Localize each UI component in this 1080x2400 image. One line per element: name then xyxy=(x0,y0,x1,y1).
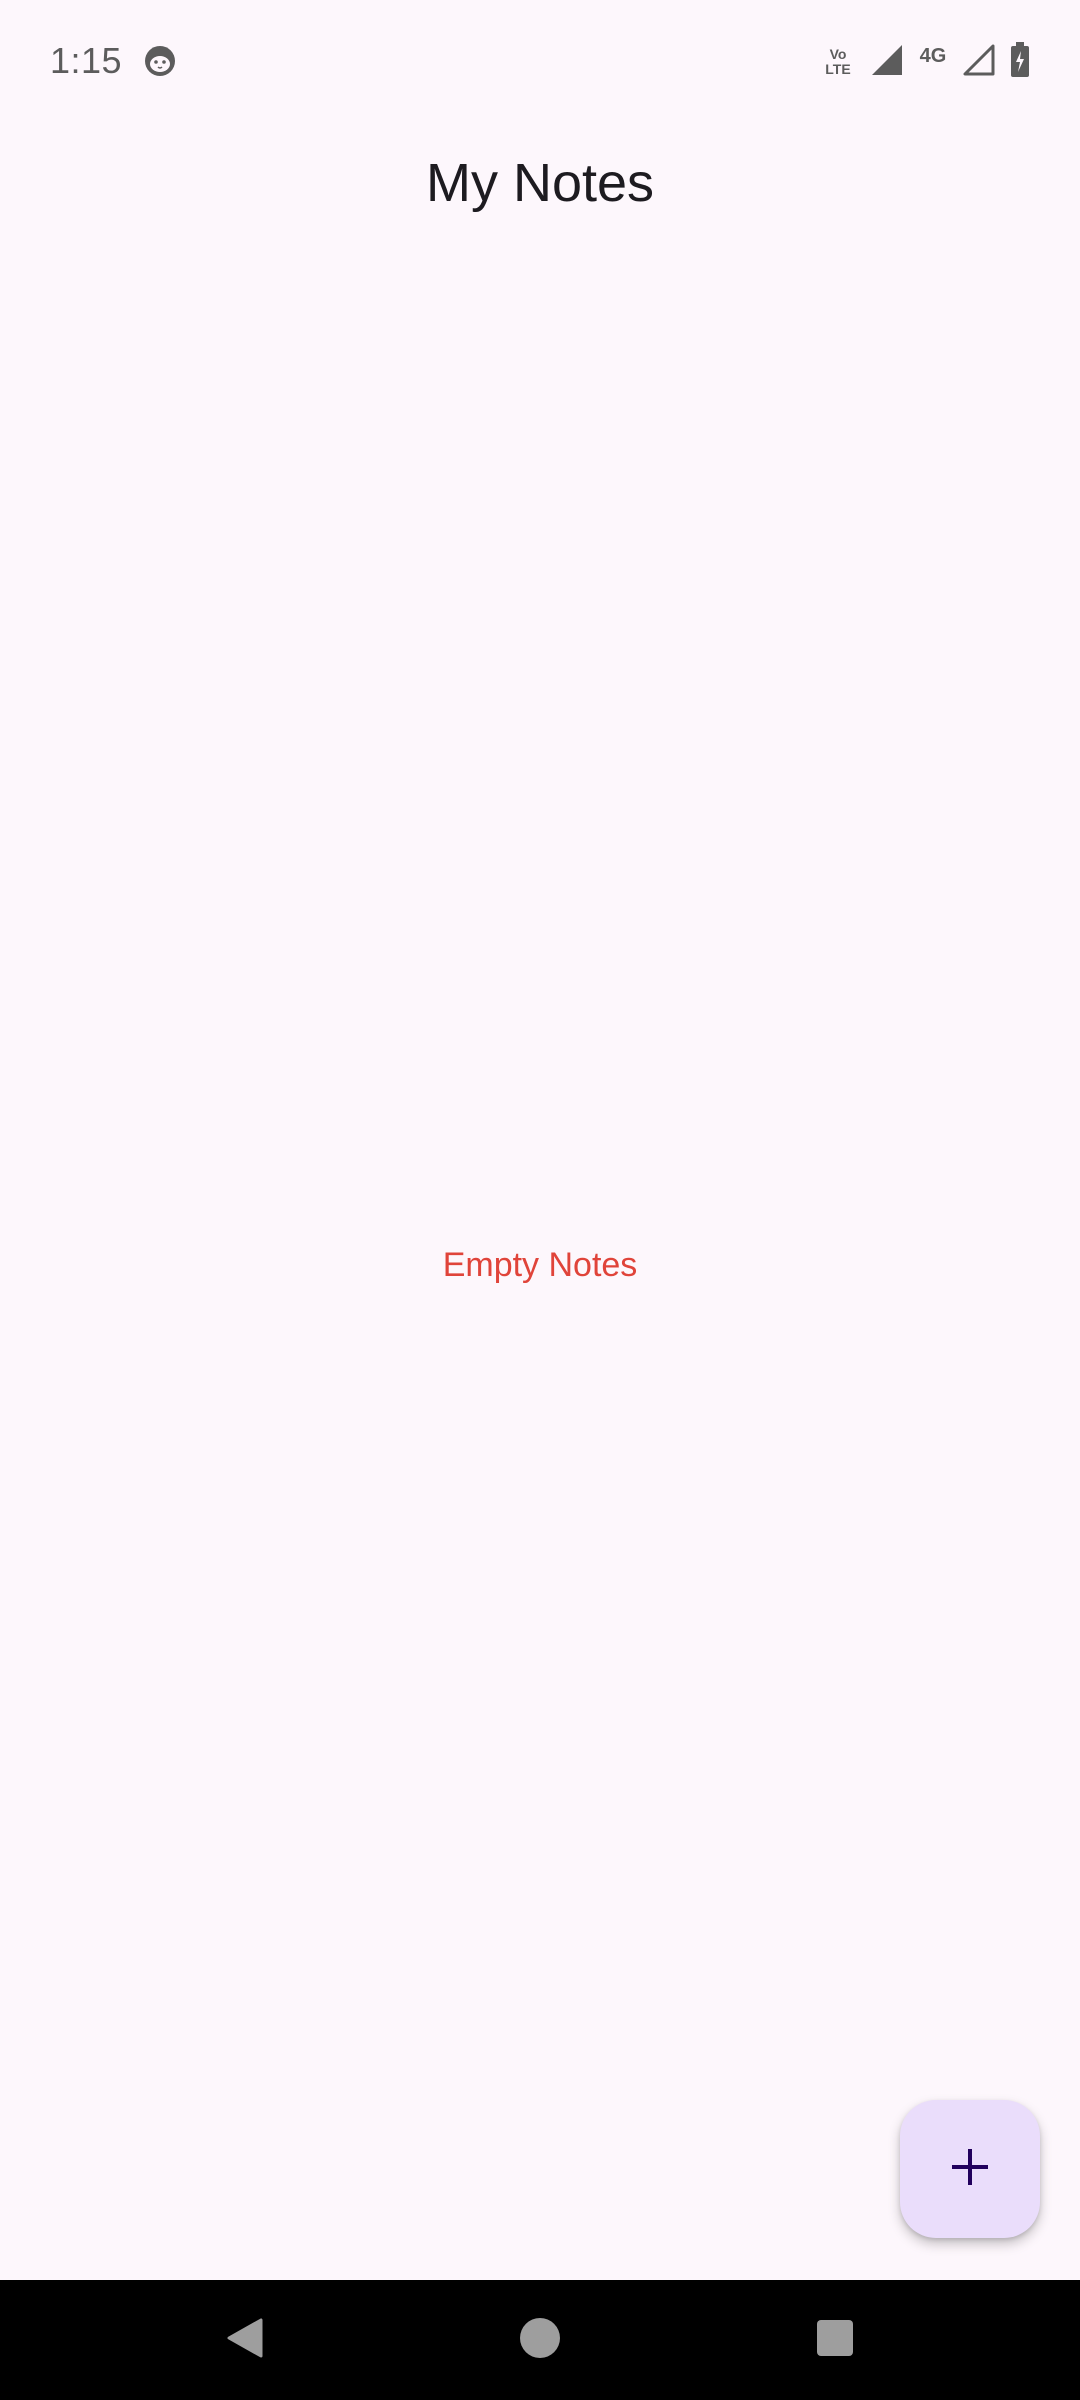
plus-icon xyxy=(950,2147,990,2192)
add-note-button[interactable] xyxy=(900,2100,1040,2238)
empty-notes-message: Empty Notes xyxy=(442,1246,638,1284)
navigation-bar xyxy=(0,2280,1080,2400)
notes-screen: 1:15 Vo LTE 4G My Notes Empty Notes xyxy=(0,0,1080,2400)
back-icon xyxy=(223,2316,267,2365)
recents-icon xyxy=(815,2318,855,2363)
status-bar: 1:15 Vo LTE 4G xyxy=(0,0,1080,124)
home-button[interactable] xyxy=(495,2280,585,2400)
back-button[interactable] xyxy=(200,2280,290,2400)
4g-icon: 4G xyxy=(919,44,947,67)
recents-button[interactable] xyxy=(790,2280,880,2400)
signal-icon xyxy=(870,43,904,82)
status-time: 1:15 xyxy=(50,40,123,81)
page-title: My Notes xyxy=(425,153,655,213)
home-icon xyxy=(518,2316,562,2365)
battery-charging-icon xyxy=(1010,41,1030,83)
cat-face-icon xyxy=(143,44,177,78)
status-icons: Vo LTE 4G xyxy=(820,41,1030,83)
volte-icon: Vo LTE xyxy=(820,47,856,77)
volte-bottom-label: LTE xyxy=(825,61,851,77)
signal-empty-icon xyxy=(962,43,996,82)
volte-top-label: Vo xyxy=(829,46,847,62)
